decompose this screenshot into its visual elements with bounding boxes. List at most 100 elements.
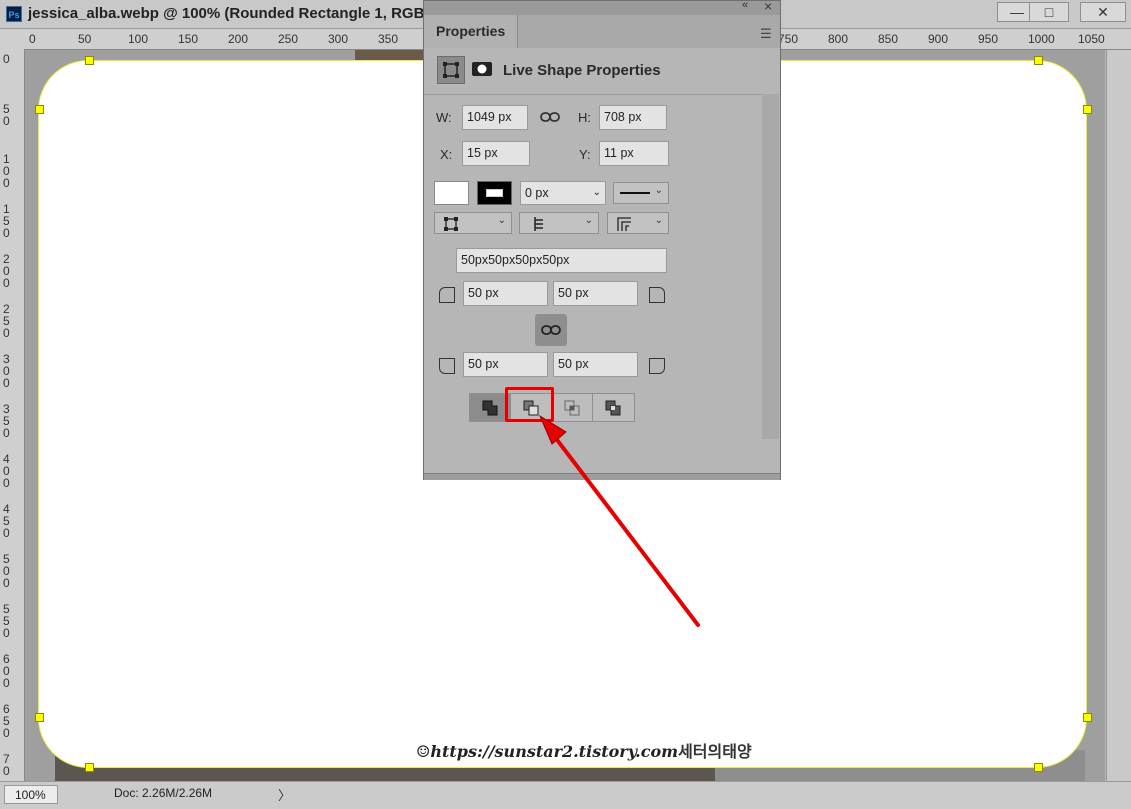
shape-properties-icon[interactable]	[437, 56, 465, 84]
ruler-label: 5 5 0	[3, 602, 10, 640]
transform-handle[interactable]	[1083, 713, 1092, 722]
ruler-label: 0	[29, 32, 36, 46]
status-bar: 100% Doc: 2.26M/2.26M 〉	[0, 781, 1131, 809]
transform-handle[interactable]	[35, 713, 44, 722]
transform-handle[interactable]	[1034, 763, 1043, 772]
ruler-label: 1050	[1078, 32, 1105, 46]
vertical-scrollbar[interactable]	[1106, 50, 1131, 781]
transform-handle[interactable]	[1034, 56, 1043, 65]
panel-scrollbar[interactable]	[762, 94, 779, 439]
align-inside-icon	[444, 217, 458, 231]
watermark-korean: 세터의태양	[678, 742, 752, 761]
link-dimensions-icon[interactable]	[540, 109, 560, 128]
chevron-down-icon: ⌄	[654, 215, 663, 226]
transform-handle[interactable]	[85, 763, 94, 772]
w-label: W:	[436, 110, 452, 125]
ruler-label: 3 5 0	[3, 402, 10, 440]
ruler-label: 6 0 0	[3, 652, 10, 690]
properties-panel: « × Properties ☰ Live Shape Properties W…	[423, 0, 781, 480]
ruler-label: 950	[978, 32, 999, 46]
chevron-down-icon: ⌄	[497, 215, 506, 226]
ruler-label: 100	[128, 32, 149, 46]
live-shape-properties-title: Live Shape Properties	[503, 62, 661, 79]
stroke-align-dropdown[interactable]: ⌄	[434, 212, 512, 234]
stroke-inner-icon	[486, 189, 503, 197]
ruler-label: 7 0	[3, 752, 10, 778]
restore-icon: □	[1044, 4, 1054, 20]
ruler-label: 1 0 0	[3, 152, 10, 190]
close-window-button[interactable]: ✕	[1080, 2, 1126, 22]
ruler-label: 50	[78, 32, 92, 46]
link-icon	[541, 325, 561, 335]
stroke-corners-dropdown[interactable]: ⌄	[607, 212, 669, 234]
ruler-label: 200	[228, 32, 249, 46]
ruler-label: 2 0 0	[3, 252, 10, 290]
ruler-label: 300	[328, 32, 349, 46]
ruler-label: 5 0	[3, 102, 10, 128]
line-caps-icon	[534, 217, 543, 231]
panel-topbar: « ×	[424, 0, 780, 15]
chevron-down-icon: ⌄	[592, 187, 601, 198]
tab-properties[interactable]: Properties	[424, 15, 518, 48]
solid-line-icon	[620, 192, 650, 194]
corner-bottom-left-field[interactable]: 50 px	[463, 352, 548, 377]
doc-size-info: Doc: 2.26M/2.26M	[114, 786, 213, 800]
y-label: Y:	[579, 147, 591, 162]
panel-close-icon[interactable]: ×	[764, 0, 772, 14]
ruler-label: 850	[878, 32, 899, 46]
ruler-label: 150	[178, 32, 199, 46]
document-title: jessica_alba.webp @ 100% (Rounded Rectan…	[28, 5, 437, 22]
divider	[424, 94, 780, 95]
corner-top-right-icon	[649, 287, 665, 303]
corner-top-right-field[interactable]: 50 px	[553, 281, 638, 306]
line-corners-icon	[617, 217, 631, 231]
fill-color-swatch[interactable]	[434, 181, 469, 205]
stroke-color-swatch[interactable]	[477, 181, 512, 205]
close-icon: ✕	[1097, 4, 1109, 20]
width-field[interactable]: 1049 px	[462, 105, 528, 130]
link-corners-button[interactable]	[535, 314, 567, 346]
stroke-type-dropdown[interactable]: ⌄	[613, 182, 669, 204]
x-field[interactable]: 15 px	[462, 141, 530, 166]
height-field[interactable]: 708 px	[599, 105, 667, 130]
ruler-label: 250	[278, 32, 299, 46]
ruler-label: 800	[828, 32, 849, 46]
stroke-caps-dropdown[interactable]: ⌄	[519, 212, 599, 234]
combine-shapes-icon	[482, 400, 498, 416]
all-corners-field[interactable]: 50px50px50px50px	[456, 248, 667, 273]
chevron-down-icon: ⌄	[584, 215, 593, 226]
ruler-label: 4 0 0	[3, 452, 10, 490]
photoshop-app-icon: Ps	[6, 6, 22, 22]
smiley-icon: ☺	[416, 742, 431, 761]
transform-handle[interactable]	[85, 56, 94, 65]
ruler-label: 6 5 0	[3, 702, 10, 740]
ruler-label: 350	[378, 32, 399, 46]
h-label: H:	[578, 110, 591, 125]
ruler-label: 1 5 0	[3, 202, 10, 240]
stroke-width-field[interactable]: 0 px ⌄	[520, 181, 606, 205]
stroke-width-value: 0 px	[525, 186, 549, 200]
chevron-down-icon: ⌄	[654, 185, 663, 196]
transform-handle[interactable]	[35, 105, 44, 114]
ruler-label: 1000	[1028, 32, 1055, 46]
y-field[interactable]: 11 px	[599, 141, 669, 166]
transform-handle[interactable]	[1083, 105, 1092, 114]
corner-top-left-field[interactable]: 50 px	[463, 281, 548, 306]
collapse-icon[interactable]: «	[742, 0, 748, 11]
status-menu-arrow[interactable]: 〉	[278, 785, 291, 804]
corner-top-left-icon	[439, 287, 455, 303]
restore-button[interactable]: □	[1029, 2, 1069, 22]
mask-icon[interactable]	[469, 56, 497, 84]
watermark: ☺https://sunstar2.tistory.com세터의태양	[416, 738, 752, 762]
ruler-label: 750	[778, 32, 799, 46]
ruler-label: 5 0 0	[3, 552, 10, 590]
annotation-arrow	[538, 414, 700, 627]
zoom-field[interactable]: 100%	[4, 785, 58, 804]
ruler-label: 4 5 0	[3, 502, 10, 540]
ruler-label: 3 0 0	[3, 352, 10, 390]
x-label: X:	[440, 147, 453, 162]
corner-bottom-right-field[interactable]: 50 px	[553, 352, 638, 377]
minimize-icon: —	[1010, 4, 1024, 20]
corner-bottom-left-icon	[439, 358, 455, 374]
panel-menu-icon[interactable]: ☰	[760, 26, 772, 42]
